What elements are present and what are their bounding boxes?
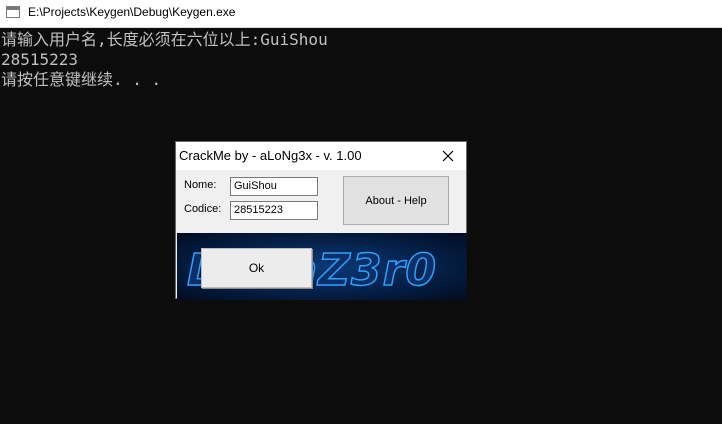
console-window-icon xyxy=(6,6,20,18)
about-help-button[interactable]: About - Help xyxy=(343,176,449,225)
banner-image: DiamZ3r0 Ok xyxy=(177,233,467,300)
dialog-title: CrackMe by - aLoNg3x - v. 1.00 xyxy=(179,148,362,163)
console-window-title: E:\Projects\Keygen\Debug\Keygen.exe xyxy=(28,5,236,19)
crackme-dialog: CrackMe by - aLoNg3x - v. 1.00 Nome: Gui… xyxy=(175,141,467,300)
console-line-serial: 28515223 xyxy=(1,50,79,69)
codice-input[interactable]: 28515223 xyxy=(230,201,318,220)
dialog-titlebar[interactable]: CrackMe by - aLoNg3x - v. 1.00 xyxy=(176,142,466,170)
console-line-prompt: 请输入用户名,长度必须在六位以上:GuiShou xyxy=(1,30,328,49)
console-titlebar[interactable]: E:\Projects\Keygen\Debug\Keygen.exe xyxy=(0,0,722,28)
nome-input[interactable]: GuiShou xyxy=(230,177,318,196)
close-button[interactable] xyxy=(430,142,466,170)
ok-button[interactable]: Ok xyxy=(201,248,312,288)
nome-label: Nome: xyxy=(184,179,217,191)
codice-label: Codice: xyxy=(184,203,222,215)
close-icon xyxy=(442,150,454,162)
console-line-press-any-key: 请按任意键继续. . . xyxy=(1,70,162,89)
